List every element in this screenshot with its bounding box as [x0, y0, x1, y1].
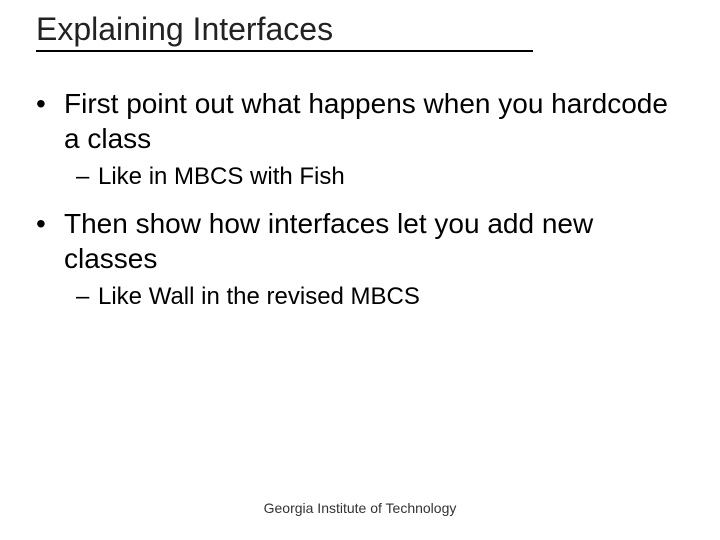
bullet-text: First point out what happens when you ha…: [64, 86, 684, 156]
sub-bullet-text: Like Wall in the revised MBCS: [98, 282, 684, 312]
dash-marker: –: [76, 282, 98, 312]
slide-title: Explaining Interfaces: [36, 10, 533, 52]
bullet-text: Then show how interfaces let you add new…: [64, 206, 684, 276]
sub-bullet-text: Like in MBCS with Fish: [98, 162, 684, 192]
bullet-marker: •: [36, 206, 64, 241]
sub-bullet-item: – Like Wall in the revised MBCS: [76, 282, 684, 312]
bullet-marker: •: [36, 86, 64, 121]
slide-body: • First point out what happens when you …: [36, 86, 684, 326]
bullet-item: • Then show how interfaces let you add n…: [36, 206, 684, 276]
sub-bullet-item: – Like in MBCS with Fish: [76, 162, 684, 192]
bullet-item: • First point out what happens when you …: [36, 86, 684, 156]
slide: Explaining Interfaces • First point out …: [0, 0, 720, 540]
slide-footer: Georgia Institute of Technology: [0, 500, 720, 516]
dash-marker: –: [76, 162, 98, 192]
